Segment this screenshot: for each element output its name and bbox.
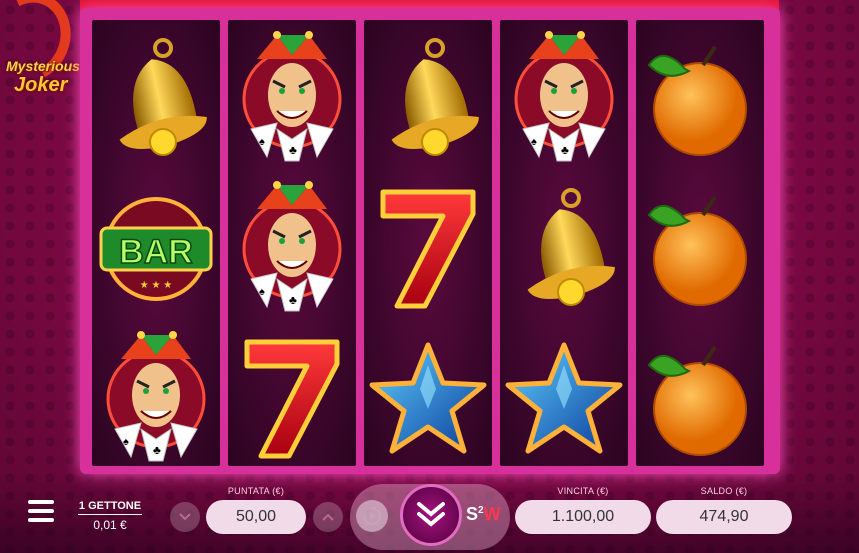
coin-label: 1 GETTONE [78,500,142,515]
reel-5-symbol-orange [636,174,764,324]
reel-1-symbol-joker: ♣ ♠ [92,324,220,474]
reel-3-symbol-seven [364,174,492,324]
s2w-w: W [483,504,501,524]
win-value: 1.100,00 [515,500,651,534]
orange-icon [647,45,747,156]
chevron-down-icon [179,513,191,521]
svg-text:BAR: BAR [119,233,193,271]
reel-2-symbol-seven [228,324,356,474]
bell-icon [119,38,207,156]
bell-icon [391,38,479,156]
autoplay-icon [363,507,381,525]
s2w-button[interactable]: S2W [466,504,501,525]
reel-1-symbol-bar: BAR ★ ★ ★ [92,174,220,324]
svg-text:♠: ♠ [259,286,265,298]
bet-label: PUNTATA (€) [227,486,285,496]
bet-increase-button[interactable] [313,502,343,532]
autoplay-button[interactable] [356,500,388,532]
reel-5-symbol-orange [636,24,764,174]
chevron-up-icon [322,513,334,521]
orange-icon [647,195,747,306]
joker-icon: ♣ ♠ [242,181,342,312]
svg-text:♠: ♠ [531,136,537,148]
coin-info: 1 GETTONE 0,01 € [78,500,142,532]
joker-icon: ♣ ♠ [106,331,206,462]
reel-1-symbol-bell [92,24,220,174]
spin-button[interactable] [400,484,462,546]
svg-text:★ ★ ★: ★ ★ ★ [140,280,172,291]
reel-4-symbol-joker: ♣ ♠ [500,24,628,174]
chevron-double-down-icon [417,502,445,527]
bet-decrease-button[interactable] [170,502,200,532]
win-label: VINCITA (€) [557,486,609,496]
coin-value: 0,01 € [93,518,127,532]
svg-text:♣: ♣ [561,143,569,157]
menu-icon[interactable] [28,500,54,526]
reel-3-symbol-bell [364,24,492,174]
reel-3-symbol-star [364,324,492,474]
svg-text:♣: ♣ [153,443,161,457]
balance-label: SALDO (€) [700,486,748,496]
svg-text:♣: ♣ [289,293,297,307]
star-icon [369,342,487,454]
joker-icon: ♣ ♠ [514,31,614,162]
logo-line2: Joker [14,74,68,96]
joker-icon: ♣ ♠ [242,31,342,162]
logo-line1: Mysterious [6,58,80,74]
reel-5-symbol-orange [636,324,764,474]
orange-icon [647,345,747,456]
svg-text:♣: ♣ [289,143,297,157]
reel-4-symbol-star [500,324,628,474]
balance-value: 474,90 [656,500,792,534]
bell-icon [527,188,615,306]
star-icon [505,342,623,454]
seven-icon [380,189,476,309]
svg-text:♠: ♠ [259,136,265,148]
s2w-s: S [466,504,479,524]
bar-icon: BAR ★ ★ ★ [99,197,213,301]
svg-text:♠: ♠ [123,436,129,448]
reel-2-symbol-joker: ♣ ♠ [228,174,356,324]
seven-icon [244,339,340,459]
bet-value: 50,00 [206,500,306,534]
reel-4-symbol-bell [500,174,628,324]
reel-2-symbol-joker: ♣ ♠ [228,24,356,174]
game-logo: Mysterious Joker [0,0,90,110]
